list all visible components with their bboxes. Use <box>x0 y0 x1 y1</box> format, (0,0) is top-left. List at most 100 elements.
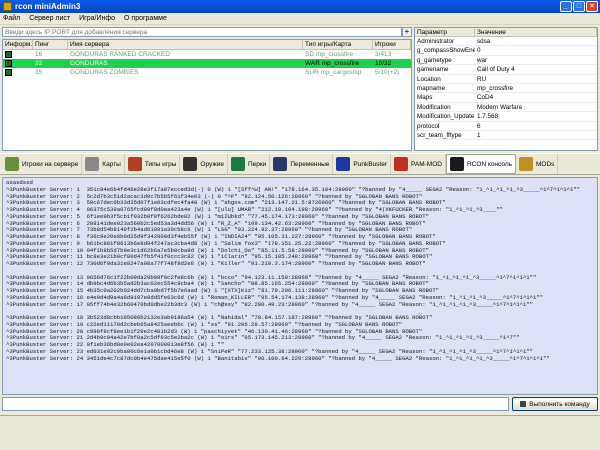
property-key: scr_team_fftype <box>417 131 462 139</box>
minimize-button[interactable]: _ <box>560 1 572 12</box>
tab-label: PunkBuster <box>353 160 388 168</box>
server-ping: 16 <box>35 51 43 58</box>
add-server-button[interactable]: + <box>402 27 412 37</box>
tab-label: Перки <box>247 160 267 168</box>
execute-label: Выполнить команду <box>529 400 590 408</box>
server-players: 10/32 <box>375 60 392 67</box>
col-value[interactable]: Значение <box>475 28 597 36</box>
server-name: GONDURAS <box>70 60 108 67</box>
server-address-input[interactable] <box>2 27 402 37</box>
tab-mods[interactable]: MODs <box>516 154 559 174</box>
cod4-icon <box>5 50 12 58</box>
server-row[interactable]: 16 GONDURAS RANKED CRACKED SD mp_crossfi… <box>3 50 411 59</box>
server-list: Информ. Пинг Имя сервера Тип игры/Карта … <box>2 39 412 151</box>
tab-label: Типы игры <box>144 160 177 168</box>
menu-file[interactable]: Файл <box>3 15 20 22</box>
punkbuster-icon <box>336 157 351 171</box>
command-input[interactable] <box>2 397 509 411</box>
execute-command-button[interactable]: Выполнить команду <box>512 397 598 411</box>
tab-perks[interactable]: Перки <box>228 154 271 174</box>
col-parameter[interactable]: Параметр <box>415 28 475 36</box>
property-row[interactable]: g_gametype war <box>415 56 597 66</box>
property-row[interactable]: gamename Call of Duty 4 <box>415 65 597 75</box>
server-row[interactable]: 35 GONDURAS ZOMBIES SUR mp_cargoship 5/1… <box>3 68 411 77</box>
tab-label: PAM-MOD <box>411 160 442 168</box>
property-row[interactable]: scr_team_fftype 1 <box>415 131 597 141</box>
server-ping: 35 <box>35 69 43 76</box>
window-title: rcon miniAdmin3 <box>15 2 81 11</box>
property-row[interactable]: g_compassShowEne 0 <box>415 46 597 56</box>
execute-icon <box>520 401 527 407</box>
property-value: CoD4 <box>477 94 494 102</box>
server-players: 5/10(+2) <box>375 69 400 76</box>
title-bar: rcon miniAdmin3 _ □ × <box>0 0 600 13</box>
console-line: ^3PunkBuster Server: 24 3451de4c7c87dc0b… <box>6 354 550 362</box>
server-map: WAR mp_crossfire <box>305 60 359 67</box>
tab-weapon[interactable]: Оружие <box>180 154 228 174</box>
variables-icon <box>273 157 288 171</box>
maximize-button[interactable]: □ <box>573 1 585 12</box>
property-row[interactable]: Location RU <box>415 75 597 84</box>
property-row[interactable]: mapname mp_crossfire <box>415 84 597 94</box>
col-ping[interactable]: Пинг <box>33 40 68 49</box>
menu-server-list[interactable]: Сервер лист <box>29 15 70 22</box>
property-key: Modification <box>417 103 451 111</box>
col-players[interactable]: Игроки <box>373 40 411 49</box>
server-map: SUR mp_cargoship <box>305 69 362 76</box>
tab-label: MODs <box>536 160 555 168</box>
col-gametype-map[interactable]: Тип игры/Карта <box>303 40 373 49</box>
property-row[interactable]: Maps CoD4 <box>415 93 597 103</box>
col-server-name[interactable]: Имя сервера <box>68 40 303 49</box>
tab-label: Карты <box>102 160 121 168</box>
property-value: RU <box>477 75 487 83</box>
pammod-icon <box>394 157 409 171</box>
tab-label: Переменные <box>290 160 330 168</box>
property-row[interactable]: protocol 6 <box>415 122 597 131</box>
property-value: 1 <box>477 131 481 139</box>
menu-bar: Файл Сервер лист Игра/Инфо О программе <box>0 13 600 25</box>
players-icon <box>5 157 19 171</box>
server-players: 3/413 <box>375 51 392 58</box>
property-row[interactable]: Administrator sdsa <box>415 37 597 47</box>
properties-rows: Administrator sdsa g_compassShowEne 0 g_game… <box>415 37 597 141</box>
tab-maps[interactable]: Карты <box>82 154 125 174</box>
property-key: Location <box>417 75 441 83</box>
tab-variables[interactable]: Переменные <box>270 154 334 174</box>
property-key: gamename <box>417 66 449 74</box>
close-button[interactable]: × <box>586 1 598 12</box>
tool-tabs: Игроки на сервере Карты Типы игры Оружие Пер… <box>0 153 600 175</box>
property-row[interactable]: Modification Modern Warfare <box>415 103 597 113</box>
property-row[interactable]: Modification_Update 1.7.568 <box>415 112 597 122</box>
rcon-icon <box>449 157 464 171</box>
property-value: mp_crossfire <box>477 84 514 92</box>
server-map: SD mp_crossfire <box>305 51 354 58</box>
server-row[interactable]: 22 GONDURAS WAR mp_crossfire 10/32 <box>3 59 411 68</box>
address-row: + <box>2 27 412 37</box>
property-key: g_gametype <box>417 56 452 64</box>
col-info[interactable]: Информ. <box>3 40 33 49</box>
tab-gametypes[interactable]: Типы игры <box>125 154 181 174</box>
tab-players[interactable]: Игроки на сервере <box>2 154 83 174</box>
tab-punkbuster[interactable]: PunkBuster <box>333 154 392 174</box>
tab-pammod[interactable]: PAM-MOD <box>391 154 446 174</box>
property-key: mapname <box>417 84 446 92</box>
server-name: GONDURAS RANKED CRACKED <box>70 51 171 58</box>
property-value: Call of Duty 4 <box>477 66 515 74</box>
console-line: ^3PunkBuster Server: 17 95ff74b4e32b6047… <box>6 300 534 308</box>
server-name: GONDURAS ZOMBIES <box>70 69 139 76</box>
weapon-icon <box>183 157 198 171</box>
property-value: 1.7.568 <box>477 113 499 121</box>
tab-rcon[interactable]: RCON консоль <box>445 154 516 174</box>
menu-game-info[interactable]: Игра/Инфо <box>79 15 115 22</box>
status-bar <box>0 415 600 425</box>
tab-label: Игроки на сервере <box>22 160 79 168</box>
gametypes-icon <box>127 157 142 171</box>
rcon-console-output[interactable]: asasdssd ^3PunkBuster Server: 1 351c84e6b… <box>2 177 598 395</box>
server-properties: Параметр Значение Administrator sdsa g_com… <box>414 27 598 151</box>
menu-about[interactable]: О программе <box>124 15 167 22</box>
properties-header: Параметр Значение <box>415 28 597 37</box>
perks-icon <box>230 157 245 171</box>
window-controls: _ □ × <box>560 1 598 12</box>
tab-label: RCON консоль <box>466 160 512 168</box>
console-line: ^3PunkBuster Server: 12 730d6f0da31e8247… <box>6 260 426 267</box>
